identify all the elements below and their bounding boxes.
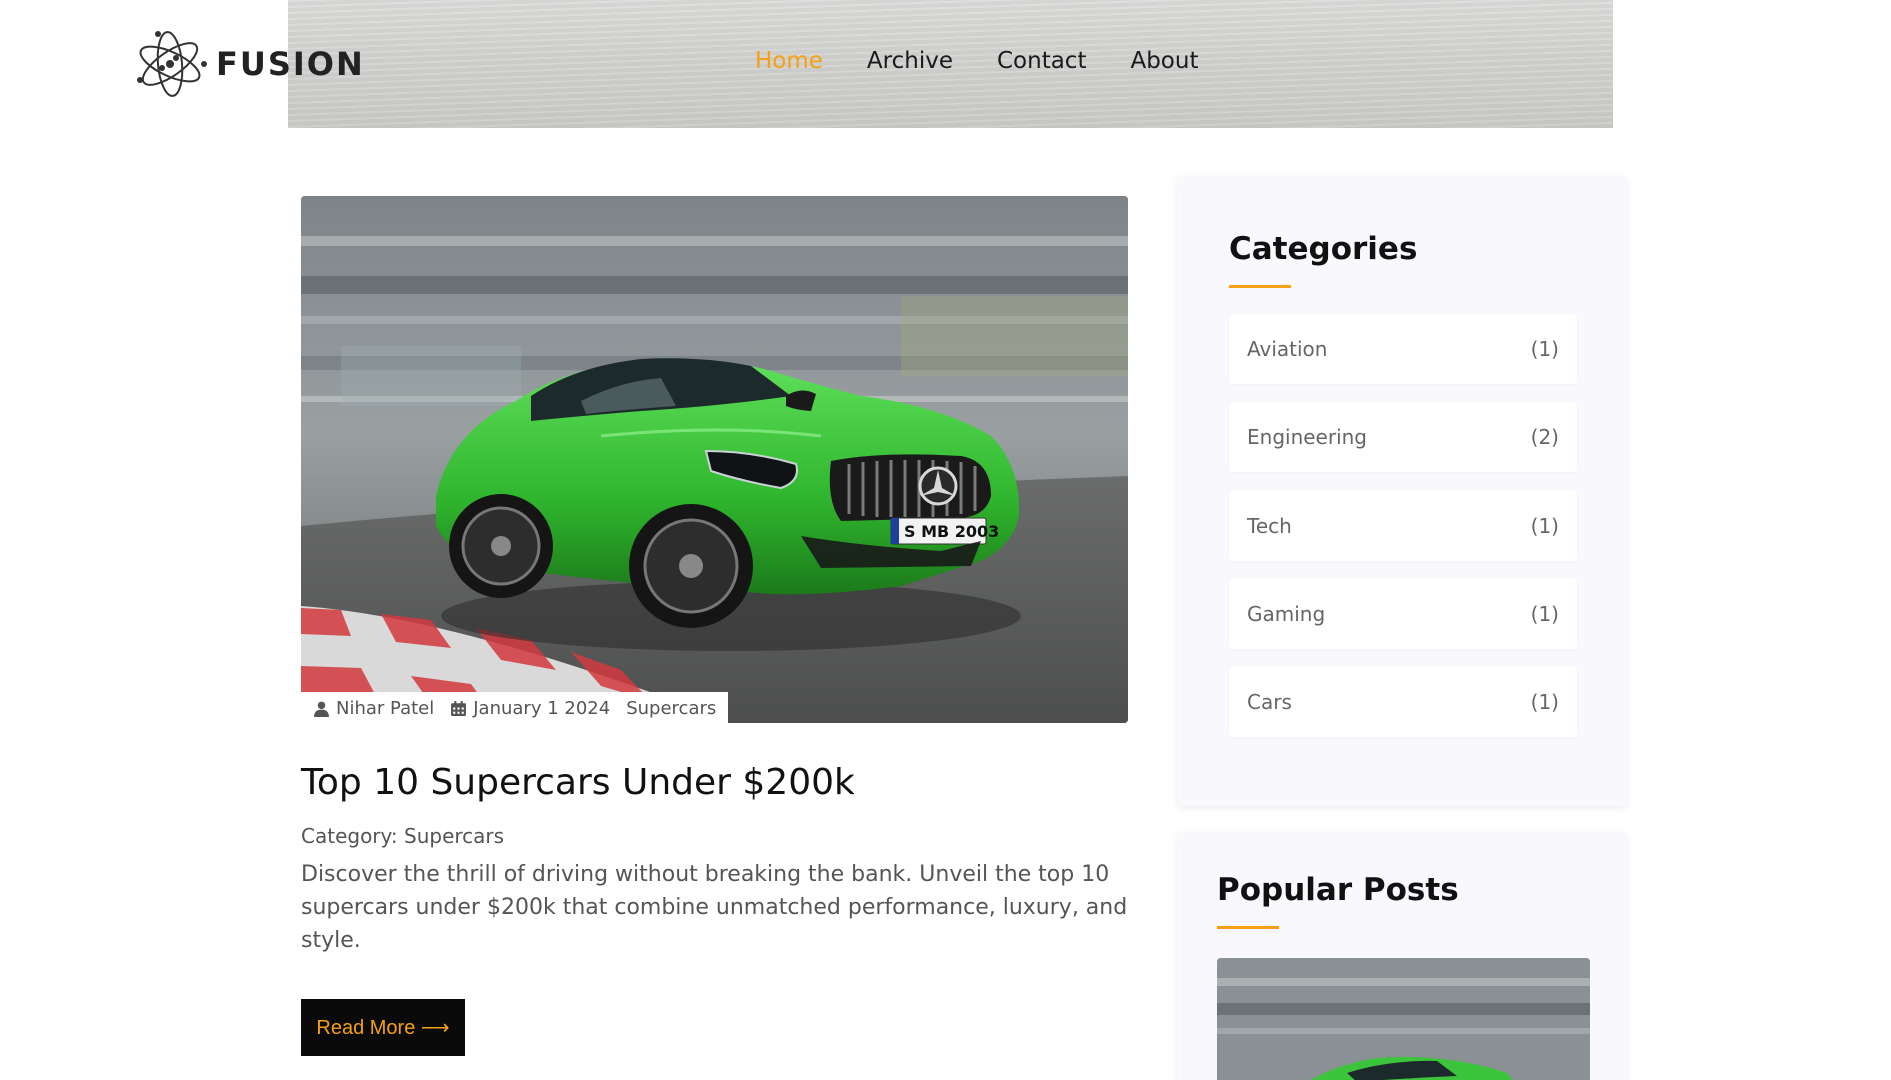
calendar-icon	[451, 700, 467, 716]
category-count: (1)	[1530, 514, 1559, 538]
category-name: Tech	[1247, 514, 1292, 538]
post-excerpt: Discover the thrill of driving without b…	[301, 862, 1128, 953]
atom-logo-icon	[137, 31, 207, 97]
category-count: (1)	[1530, 602, 1559, 626]
brand-name: FUSION	[216, 45, 365, 83]
post-title[interactable]: Top 10 Supercars Under $200k	[301, 762, 855, 803]
post-meta: Nihar Patel January 1 2024 Supercars	[301, 692, 729, 724]
category-name: Aviation	[1247, 337, 1328, 361]
category-name: Cars	[1247, 690, 1292, 714]
supercar-photo: S MB 2003	[301, 196, 1128, 723]
category-item-cars[interactable]: Cars (1)	[1229, 667, 1577, 737]
category-item-engineering[interactable]: Engineering (2)	[1229, 402, 1577, 472]
nav-archive[interactable]: Archive	[867, 48, 953, 74]
category-name: Engineering	[1247, 425, 1367, 449]
post-author[interactable]: Nihar Patel	[313, 698, 434, 719]
post-author-name: Nihar Patel	[336, 697, 435, 719]
popular-posts-card: Popular Posts	[1177, 832, 1627, 1080]
supercar-thumbnail	[1217, 958, 1590, 1080]
post-date: January 1 2024	[450, 698, 610, 719]
category-count: (2)	[1530, 425, 1559, 449]
nav-contact[interactable]: Contact	[997, 48, 1086, 74]
nav-home[interactable]: Home	[755, 48, 823, 74]
popular-posts-title: Popular Posts	[1217, 872, 1459, 908]
license-plate-text: S MB 2003	[904, 522, 999, 541]
user-icon	[314, 701, 329, 717]
post-tag-link[interactable]: Supercars	[626, 698, 716, 719]
main-nav: Home Archive Contact About	[755, 48, 1198, 74]
title-underline	[1217, 926, 1279, 929]
categories-title: Categories	[1229, 231, 1418, 267]
post-category: Category: Supercars	[301, 824, 505, 848]
post-featured-image[interactable]: S MB 2003	[301, 196, 1128, 723]
category-item-aviation[interactable]: Aviation (1)	[1229, 314, 1577, 384]
nav-about[interactable]: About	[1130, 48, 1198, 74]
post-date-text: January 1 2024	[473, 697, 611, 719]
read-more-button[interactable]: Read More ⟶	[301, 999, 465, 1056]
categories-card: Categories Aviation (1) Engineering (2) …	[1177, 176, 1627, 806]
category-item-gaming[interactable]: Gaming (1)	[1229, 579, 1577, 649]
category-count: (1)	[1530, 337, 1559, 361]
category-item-tech[interactable]: Tech (1)	[1229, 491, 1577, 561]
site-logo[interactable]: FUSION	[132, 28, 365, 100]
category-name: Gaming	[1247, 602, 1326, 626]
category-count: (1)	[1530, 690, 1559, 714]
title-underline	[1229, 285, 1291, 288]
popular-post-thumbnail[interactable]	[1217, 958, 1590, 1080]
